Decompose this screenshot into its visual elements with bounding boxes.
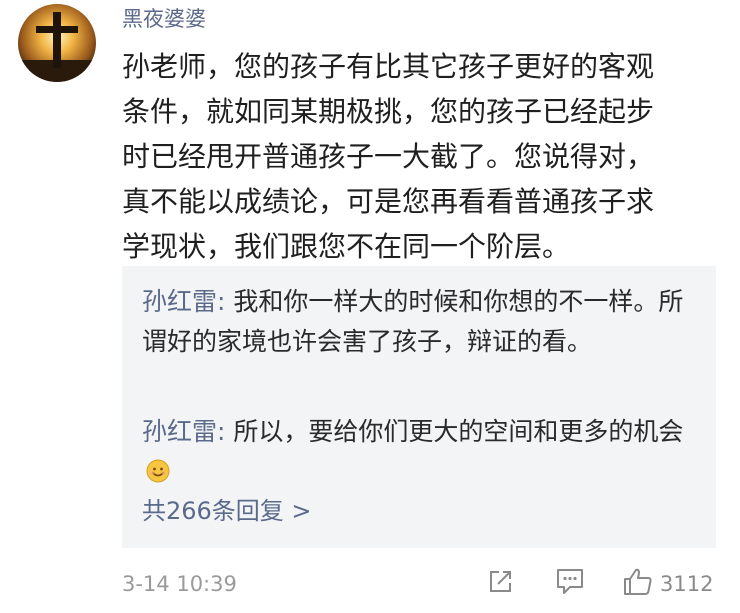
comment-text: 孙老师，您的孩子有比其它孩子更好的客观 条件，就如同某期极挑，您的孩子已经起步 … <box>122 50 655 263</box>
comment-timestamp: 3-14 10:39 <box>122 572 237 596</box>
cross-sunset-avatar-icon <box>18 4 96 82</box>
reply-author[interactable]: 孙红雷: <box>142 287 225 316</box>
share-icon <box>490 571 511 592</box>
smile-emoji-icon <box>146 459 170 483</box>
thumbs-up-icon <box>624 568 652 595</box>
more-replies-link[interactable]: 共266条回复 > <box>142 496 312 526</box>
reply-item[interactable]: 孙红雷: 所以，要给你们更大的空间和更多的机会 <box>142 412 702 492</box>
reply-text: 所以，要给你们更大的空间和更多的机会 <box>225 417 684 446</box>
like-count: 3112 <box>660 572 714 596</box>
comment-icon <box>557 569 583 594</box>
share-button[interactable] <box>486 566 520 602</box>
like-button[interactable]: 3112 <box>620 566 730 602</box>
reply-author[interactable]: 孙红雷: <box>142 417 225 446</box>
comment-button[interactable] <box>554 566 588 602</box>
reply-item[interactable]: 孙红雷: 我和你一样大的时候和你想的不一样。所谓好的家境也许会害了孩子，辩证的看… <box>142 282 702 362</box>
comment-username[interactable]: 黑夜婆婆 <box>122 6 206 32</box>
replies-panel: 孙红雷: 我和你一样大的时候和你想的不一样。所谓好的家境也许会害了孩子，辩证的看… <box>122 266 716 548</box>
avatar[interactable] <box>18 4 96 82</box>
